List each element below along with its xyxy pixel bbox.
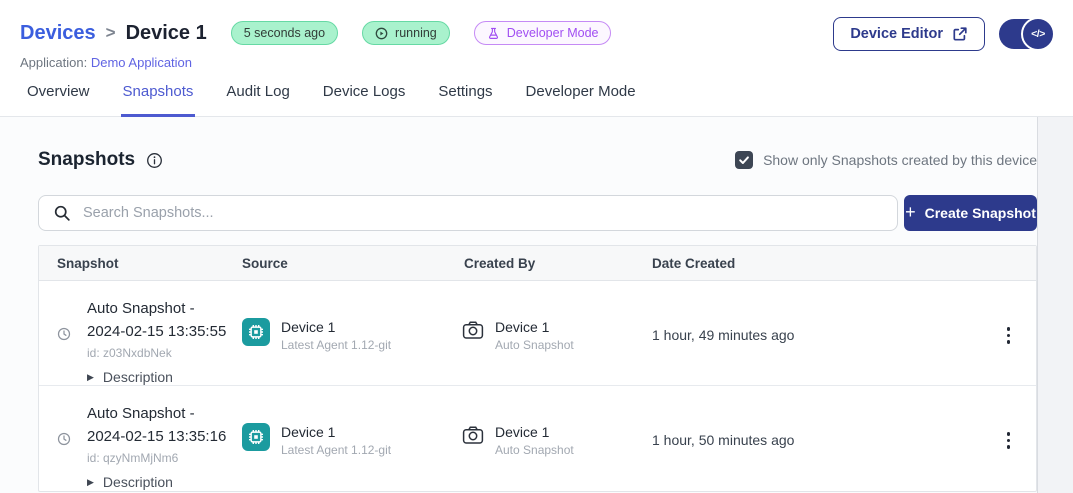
column-header-source: Source: [242, 256, 464, 271]
description-toggle-label: Description: [103, 369, 173, 385]
description-toggle-label: Description: [103, 474, 173, 490]
created-by-type: Auto Snapshot: [495, 442, 574, 458]
plus-icon: +: [905, 203, 916, 221]
column-header-created-by: Created By: [464, 256, 652, 271]
kebab-icon: [1007, 432, 1011, 436]
clock-icon: [57, 327, 71, 385]
status-badge-label: running: [395, 26, 437, 40]
date-created: 1 hour, 49 minutes ago: [652, 327, 981, 385]
application-label: Application:: [20, 55, 87, 70]
topbar: Devices > Device 1 5 seconds ago running: [0, 0, 1073, 70]
tab-settings[interactable]: Settings: [436, 83, 494, 117]
snapshots-table: Snapshot Source Created By Date Created …: [38, 245, 1037, 492]
source-agent: Latest Agent 1.12-git: [281, 442, 391, 458]
snapshot-row: Auto Snapshot - 2024-02-15 13:35:55 id: …: [39, 281, 1036, 386]
caret-right-icon: ▶: [87, 372, 94, 383]
developer-mode-toggle[interactable]: </>: [999, 19, 1053, 49]
created-by-name: Device 1: [495, 318, 574, 336]
created-by-type: Auto Snapshot: [495, 337, 574, 353]
developer-mode-badge: Developer Mode: [474, 21, 612, 45]
snapshot-title-line2: 2024-02-15 13:35:16: [87, 425, 226, 448]
snapshot-row: Auto Snapshot - 2024-02-15 13:35:16 id: …: [39, 386, 1036, 491]
column-header-date-created: Date Created: [652, 256, 981, 271]
breadcrumb-separator: >: [106, 23, 116, 43]
description-toggle[interactable]: ▶ Description: [87, 369, 226, 385]
create-snapshot-button[interactable]: + Create Snapshot: [904, 195, 1037, 231]
snapshot-id: id: qzyNmMjNm6: [87, 451, 226, 465]
device-chip-icon: [242, 318, 270, 346]
flask-icon: [487, 27, 500, 40]
application-link[interactable]: Demo Application: [91, 55, 192, 70]
filter-checkbox-label: Show only Snapshots created by this devi…: [763, 152, 1037, 168]
create-snapshot-button-label: Create Snapshot: [925, 205, 1036, 221]
table-header-row: Snapshot Source Created By Date Created: [39, 246, 1036, 281]
content-area: Snapshots Show only Snapshots created by…: [0, 117, 1073, 493]
row-menu-button[interactable]: [1004, 324, 1014, 385]
kebab-icon: [1007, 327, 1011, 331]
search-input[interactable]: [83, 205, 885, 221]
code-icon: </>: [1021, 17, 1055, 51]
camera-icon: [462, 320, 484, 345]
column-header-snapshot: Snapshot: [39, 256, 242, 271]
camera-icon: [462, 425, 484, 450]
breadcrumb-current-device: Device 1: [126, 22, 207, 45]
source-name: Device 1: [281, 423, 391, 441]
device-editor-button[interactable]: Device Editor: [833, 17, 985, 51]
breadcrumb-devices-link[interactable]: Devices: [20, 22, 96, 45]
last-seen-badge-label: 5 seconds ago: [244, 26, 325, 40]
status-badge: running: [362, 21, 450, 45]
tab-device-logs[interactable]: Device Logs: [321, 83, 408, 117]
clock-icon: [57, 432, 71, 491]
filter-checkbox-row[interactable]: Show only Snapshots created by this devi…: [735, 151, 1037, 169]
search-icon: [53, 204, 71, 222]
tab-audit-log[interactable]: Audit Log: [224, 83, 291, 117]
created-by-name: Device 1: [495, 423, 574, 441]
search-box: [38, 195, 898, 231]
play-circle-icon: [375, 27, 388, 40]
page-title: Snapshots: [38, 149, 135, 171]
checkmark-icon: [738, 154, 750, 166]
right-gutter: [1037, 117, 1073, 493]
device-editor-button-label: Device Editor: [850, 26, 943, 42]
description-toggle[interactable]: ▶ Description: [87, 474, 226, 490]
tab-bar: Overview Snapshots Audit Log Device Logs…: [0, 70, 1073, 117]
snapshot-title-line1: Auto Snapshot -: [87, 402, 226, 425]
tab-overview[interactable]: Overview: [25, 83, 92, 117]
filter-checkbox[interactable]: [735, 151, 753, 169]
snapshot-id: id: z03NxdbNek: [87, 346, 226, 360]
source-agent: Latest Agent 1.12-git: [281, 337, 391, 353]
date-created: 1 hour, 50 minutes ago: [652, 432, 981, 491]
device-chip-icon: [242, 423, 270, 451]
snapshot-title-line1: Auto Snapshot -: [87, 297, 226, 320]
developer-mode-badge-label: Developer Mode: [507, 26, 599, 40]
caret-right-icon: ▶: [87, 477, 94, 488]
tab-developer-mode[interactable]: Developer Mode: [524, 83, 638, 117]
source-name: Device 1: [281, 318, 391, 336]
breadcrumb: Devices > Device 1: [20, 22, 207, 45]
info-icon[interactable]: [146, 152, 163, 169]
external-link-icon: [952, 26, 968, 42]
row-menu-button[interactable]: [1004, 429, 1014, 491]
snapshot-title-line2: 2024-02-15 13:35:55: [87, 320, 226, 343]
device-detail-page: Devices > Device 1 5 seconds ago running: [0, 0, 1073, 493]
last-seen-badge: 5 seconds ago: [231, 21, 338, 45]
tab-snapshots[interactable]: Snapshots: [121, 83, 196, 117]
